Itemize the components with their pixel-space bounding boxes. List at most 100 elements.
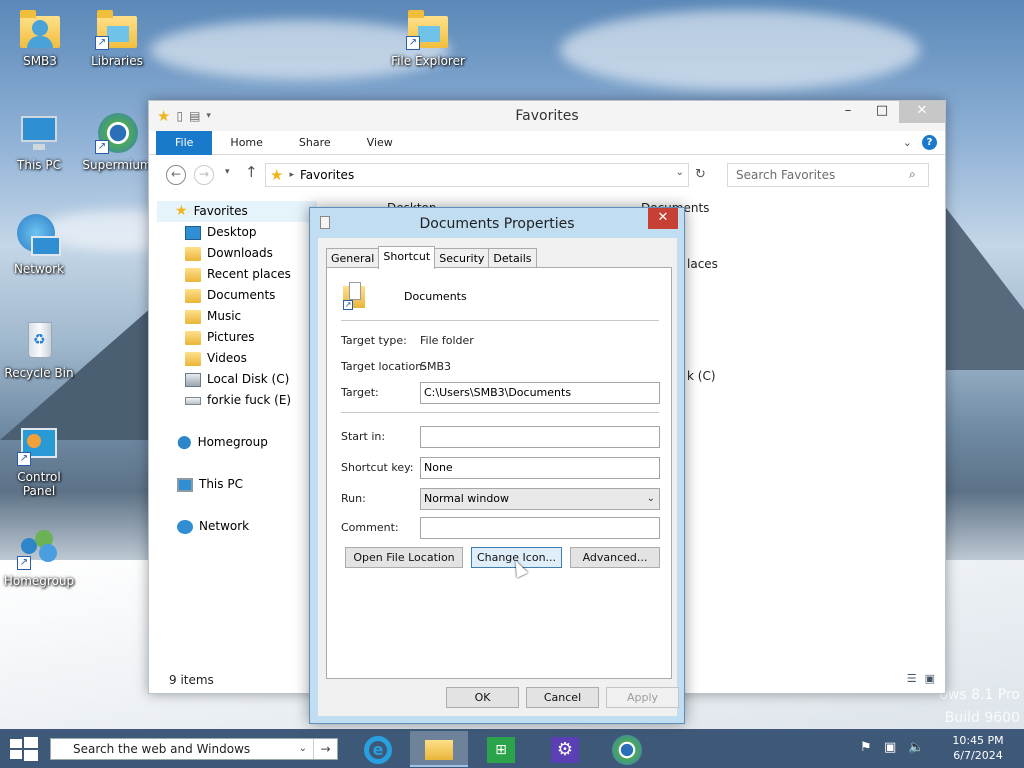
documents-folder-icon	[185, 288, 201, 303]
ok-button[interactable]: OK	[446, 687, 519, 708]
taskbar-search-input[interactable]: Search the web and Windows ⌄ →	[50, 738, 338, 760]
taskbar-internet-explorer[interactable]: e	[348, 731, 406, 767]
minimize-button[interactable]: –	[831, 101, 865, 123]
nav-label: This PC	[199, 477, 243, 491]
desktop-icon-this-pc[interactable]: This PC	[0, 110, 78, 172]
taskbar-store[interactable]: ⊞	[472, 731, 530, 767]
action-center-flag-icon[interactable]: ⚑	[860, 740, 872, 755]
taskbar-file-explorer[interactable]	[410, 731, 468, 767]
libraries-icon: ↗	[95, 6, 139, 50]
target-location-value: SMB3	[420, 360, 452, 373]
up-arrow-icon[interactable]: ↑	[245, 163, 258, 181]
dialog-close-button[interactable]: ✕	[648, 208, 678, 229]
comment-field[interactable]	[420, 517, 660, 539]
desktop-icon-control-panel[interactable]: ↗ Control Panel	[0, 422, 78, 498]
watermark-line: ows 8.1 Pro	[939, 687, 1020, 703]
tab-file[interactable]: File	[156, 130, 213, 155]
supermium-browser-icon	[612, 735, 642, 765]
target-label: Target:	[341, 386, 379, 399]
nav-music[interactable]: Music	[157, 306, 317, 327]
tab-home[interactable]: Home	[212, 131, 280, 155]
details-view-icon[interactable]: ☰	[907, 672, 917, 685]
shortcut-key-field[interactable]: None	[420, 457, 660, 479]
tab-details[interactable]: Details	[488, 248, 537, 268]
chevron-down-icon[interactable]: ⌄	[299, 739, 307, 759]
nav-recent-places[interactable]: Recent places	[157, 264, 317, 285]
clock[interactable]: 10:45 PM 6/7/2024	[948, 733, 1008, 763]
file-explorer-icon: ↗	[406, 6, 450, 50]
nav-local-disk[interactable]: Local Disk (C)	[157, 369, 317, 390]
cancel-button[interactable]: Cancel	[526, 687, 599, 708]
target-type-label: Target type:	[341, 334, 407, 347]
explorer-titlebar[interactable]: ★ ▯ ▤ ▾ Favorites – □ ✕	[149, 101, 945, 131]
desktop-icon-homegroup[interactable]: ↗ Homegroup	[0, 526, 78, 588]
run-select[interactable]: Normal window ⌄	[420, 488, 660, 510]
help-icon[interactable]: ?	[922, 135, 937, 150]
volume-muted-icon[interactable]: 🔈	[908, 740, 924, 755]
large-icons-view-icon[interactable]: ▣	[925, 672, 935, 685]
nav-documents[interactable]: Documents	[157, 285, 317, 306]
search-input[interactable]: Search Favorites	[727, 163, 929, 187]
taskbar-settings[interactable]: ⚙	[536, 731, 594, 767]
advanced-button[interactable]: Advanced...	[570, 547, 660, 568]
apply-button[interactable]: Apply	[606, 687, 679, 708]
tab-general[interactable]: General	[326, 248, 380, 268]
nav-pictures[interactable]: Pictures	[157, 327, 317, 348]
back-button[interactable]: ←	[166, 165, 186, 185]
desktop-icon-smb3[interactable]: SMB3	[1, 6, 79, 68]
taskbar-supermium[interactable]	[598, 731, 656, 767]
tab-share[interactable]: Share	[281, 131, 349, 155]
nav-downloads[interactable]: Downloads	[157, 243, 317, 264]
start-in-field[interactable]	[420, 426, 660, 448]
supermium-browser-icon: ↗	[95, 110, 139, 154]
nav-desktop[interactable]: Desktop	[157, 222, 317, 243]
desktop-icon-network[interactable]: Network	[0, 214, 78, 276]
refresh-icon[interactable]: ↻	[695, 167, 706, 182]
maximize-button[interactable]: □	[865, 101, 899, 123]
content-item-local-disk[interactable]: k (C)	[687, 369, 716, 383]
target-field[interactable]: C:\Users\SMB3\Documents	[420, 382, 660, 404]
ribbon-right: ⌄ ?	[903, 135, 937, 150]
nav-videos[interactable]: Videos	[157, 348, 317, 369]
nav-label: Downloads	[207, 246, 273, 260]
tab-view[interactable]: View	[349, 131, 411, 155]
nav-label: Music	[207, 309, 242, 323]
dialog-title: Documents Properties	[419, 216, 575, 232]
network-status-icon[interactable]: ▣	[884, 740, 896, 755]
nav-homegroup[interactable]: ⬤ Homegroup	[157, 432, 317, 453]
nav-removable-drive[interactable]: forkie fuck (E)	[157, 390, 317, 411]
nav-this-pc[interactable]: This PC	[157, 474, 317, 495]
desktop-icon-supermium[interactable]: ↗ Supermium	[78, 110, 156, 172]
close-button[interactable]: ✕	[899, 101, 945, 123]
tab-shortcut[interactable]: Shortcut	[378, 246, 436, 269]
forward-button[interactable]: →	[194, 165, 214, 185]
pictures-folder-icon	[185, 330, 201, 345]
network-icon	[177, 519, 193, 534]
desktop-icon-recycle-bin[interactable]: ♻ Recycle Bin	[0, 318, 78, 380]
homegroup-icon: ↗	[17, 526, 61, 570]
address-bar[interactable]: ★ ▸ Favorites ⌄	[265, 163, 689, 187]
search-go-icon[interactable]: →	[313, 739, 337, 759]
favorites-star-icon: ★	[175, 203, 188, 219]
dialog-titlebar[interactable]: Documents Properties ✕	[310, 208, 684, 238]
address-dropdown-icon[interactable]: ⌄	[676, 167, 684, 178]
store-icon: ⊞	[487, 737, 515, 763]
expand-ribbon-icon[interactable]: ⌄	[903, 136, 912, 149]
recent-locations-icon[interactable]: ▾	[225, 167, 230, 177]
taskbar: Search the web and Windows ⌄ → e ⊞ ⚙ ⚑ ▣…	[0, 729, 1024, 768]
nav-network[interactable]: Network	[157, 516, 317, 537]
desktop-icon-label: SMB3	[23, 54, 57, 68]
shortcut-tab-page: ↗ Documents Target type: File folder Tar…	[326, 267, 672, 679]
desktop-icon-file-explorer[interactable]: ↗ File Explorer	[389, 6, 467, 68]
content-item-recent-places[interactable]: laces	[687, 257, 718, 271]
nav-favorites[interactable]: ★ Favorites	[157, 201, 317, 222]
run-label: Run:	[341, 492, 366, 505]
start-button[interactable]	[10, 737, 38, 761]
desktop-icon-libraries[interactable]: ↗ Libraries	[78, 6, 156, 68]
desktop-icon-label: Libraries	[91, 54, 143, 68]
open-file-location-button[interactable]: Open File Location	[345, 547, 463, 568]
separator	[341, 412, 659, 413]
watermark-line: Build 9600	[944, 710, 1020, 726]
tab-security[interactable]: Security	[434, 248, 490, 268]
breadcrumb[interactable]: Favorites	[300, 168, 354, 182]
